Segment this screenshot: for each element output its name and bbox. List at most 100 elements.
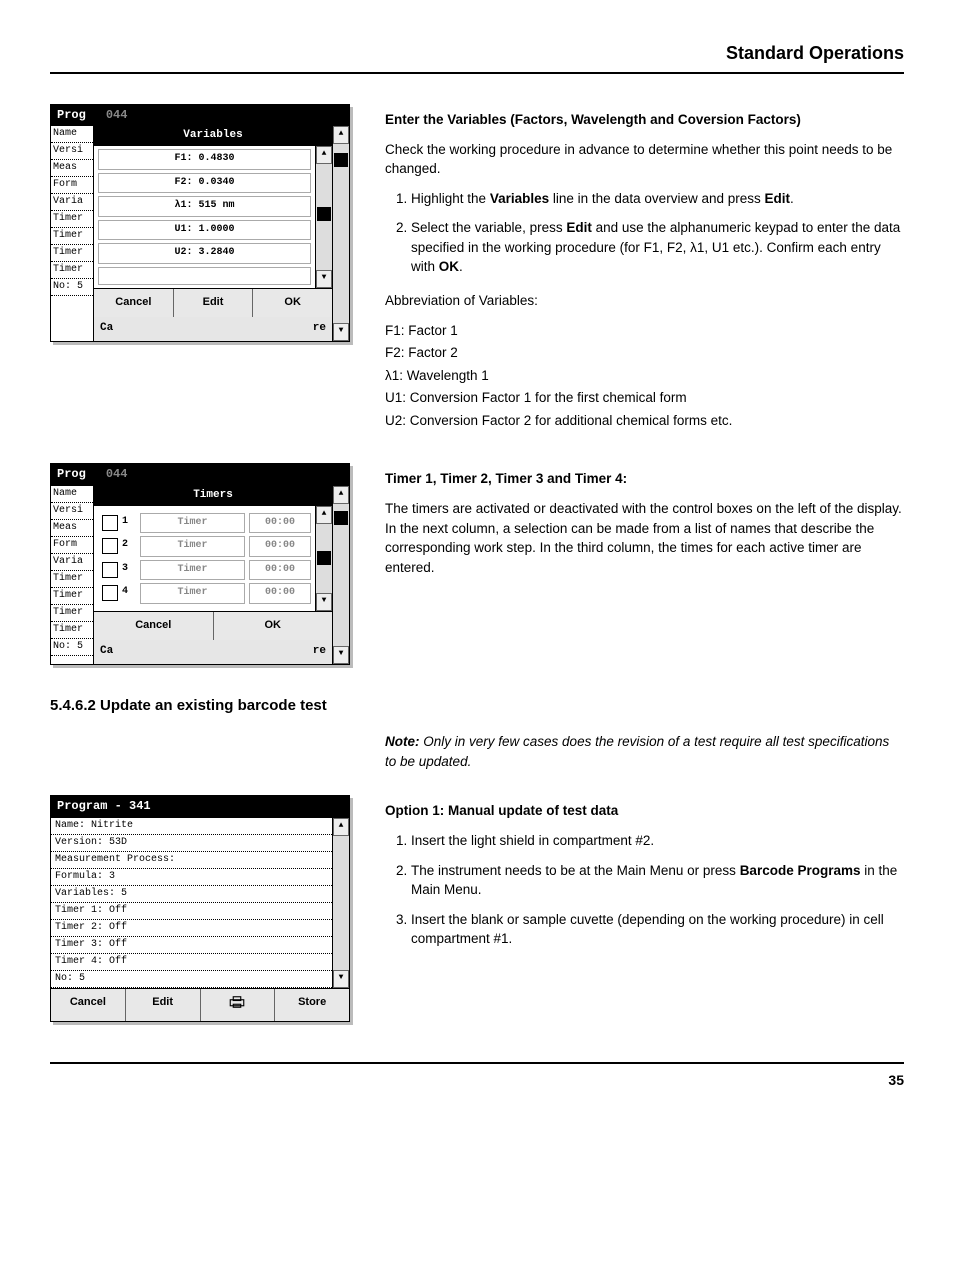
footer-re: re (313, 644, 326, 660)
print-icon[interactable] (201, 989, 276, 1021)
abbr-item: F1: Factor 1 (385, 321, 904, 341)
side-label: Timer (51, 622, 93, 639)
outer-scrollbar[interactable]: ▲ ▼ (332, 126, 349, 340)
variable-item[interactable]: F2: 0.0340 (98, 173, 311, 194)
variable-item[interactable]: λ1: 515 nm (98, 196, 311, 217)
timers-body: The timers are activated or deactivated … (385, 499, 904, 577)
scroll-down-icon[interactable]: ▼ (333, 970, 349, 988)
list-item[interactable]: Timer 4: Off (51, 954, 332, 971)
side-label: Versi (51, 503, 93, 520)
timer-checkbox[interactable] (102, 538, 118, 554)
list-item[interactable]: Measurement Process: (51, 852, 332, 869)
section-heading-update: 5.4.6.2 Update an existing barcode test (50, 695, 904, 717)
side-label: Name (51, 126, 93, 143)
list-item[interactable]: Version: 53D (51, 835, 332, 852)
scroll-down-icon[interactable]: ▼ (316, 270, 332, 288)
footer-ca: Ca (100, 644, 113, 660)
timer-time-input[interactable]: 00:00 (249, 560, 311, 581)
program-label: Prog (57, 107, 86, 124)
timer-name-select[interactable]: Timer (140, 560, 245, 581)
list-item[interactable]: Variables: 5 (51, 886, 332, 903)
side-label: Timer (51, 605, 93, 622)
scroll-up-icon[interactable]: ▲ (333, 486, 349, 504)
timer-number: 1 (122, 513, 136, 534)
note-text: Note: Only in very few cases does the re… (385, 732, 904, 771)
option1-title: Option 1: Manual update of test data (385, 803, 618, 818)
step-2: Select the variable, press Edit and use … (411, 218, 904, 277)
program-suffix: 044 (106, 107, 128, 124)
ok-button[interactable]: OK (253, 289, 332, 317)
side-label: Timer (51, 588, 93, 605)
scroll-up-icon[interactable]: ▲ (333, 126, 349, 144)
abbr-item: F2: Factor 2 (385, 343, 904, 363)
timer-name-select[interactable]: Timer (140, 536, 245, 557)
timer-name-select[interactable]: Timer (140, 513, 245, 534)
timers-title: Timer 1, Timer 2, Timer 3 and Timer 4: (385, 471, 627, 486)
side-label: Name (51, 486, 93, 503)
page-title: Standard Operations (50, 40, 904, 66)
ok-button[interactable]: OK (214, 612, 333, 640)
step-3: Insert the blank or sample cuvette (depe… (411, 910, 904, 949)
timer-checkbox[interactable] (102, 585, 118, 601)
list-item[interactable]: No: 5 (51, 971, 332, 988)
timer-checkbox[interactable] (102, 562, 118, 578)
timer-time-input[interactable]: 00:00 (249, 536, 311, 557)
edit-button[interactable]: Edit (174, 289, 254, 317)
cancel-button[interactable]: Cancel (94, 289, 174, 317)
variable-item[interactable]: F1: 0.4830 (98, 149, 311, 170)
side-label: Varia (51, 554, 93, 571)
timer-checkbox[interactable] (102, 515, 118, 531)
section-title: Enter the Variables (Factors, Wavelength… (385, 112, 801, 127)
scroll-up-icon[interactable]: ▲ (316, 506, 332, 524)
list-item[interactable]: Timer 3: Off (51, 937, 332, 954)
program-suffix: 044 (106, 466, 128, 483)
scroll-up-icon[interactable]: ▲ (333, 818, 349, 836)
variable-item[interactable]: U2: 3.2840 (98, 243, 311, 264)
side-label: Form (51, 537, 93, 554)
step-2: The instrument needs to be at the Main M… (411, 861, 904, 900)
footer-ca: Ca (100, 321, 113, 337)
timer-row: 2 Timer 00:00 (98, 536, 311, 557)
screenshot-program: Program - 341 Name: Nitrite Version: 53D… (50, 795, 350, 1021)
side-label: Timer (51, 245, 93, 262)
program-title: Program - 341 (51, 796, 349, 817)
side-label: Meas (51, 160, 93, 177)
cancel-button[interactable]: Cancel (51, 989, 126, 1021)
scroll-down-icon[interactable]: ▼ (333, 323, 349, 341)
scroll-down-icon[interactable]: ▼ (316, 593, 332, 611)
list-item[interactable]: Timer 1: Off (51, 903, 332, 920)
side-label: No: 5 (51, 639, 93, 656)
side-label: Versi (51, 143, 93, 160)
timer-name-select[interactable]: Timer (140, 583, 245, 604)
footer-re: re (313, 321, 326, 337)
abbr-list: F1: Factor 1 F2: Factor 2 λ1: Wavelength… (385, 321, 904, 431)
scroll-up-icon[interactable]: ▲ (316, 146, 332, 164)
abbr-item: λ1: Wavelength 1 (385, 366, 904, 386)
abbr-item: U1: Conversion Factor 1 for the first ch… (385, 388, 904, 408)
timer-time-input[interactable]: 00:00 (249, 583, 311, 604)
timer-time-input[interactable]: 00:00 (249, 513, 311, 534)
inner-scrollbar[interactable]: ▲ ▼ (315, 506, 332, 611)
side-labels: Name Versi Meas Form Varia Timer Timer T… (51, 486, 94, 664)
side-label: Timer (51, 571, 93, 588)
screenshot-variables: Prog 044 Name Versi Meas Form Varia Time… (50, 104, 350, 342)
abbr-title: Abbreviation of Variables: (385, 291, 904, 311)
variable-item[interactable]: U1: 1.0000 (98, 220, 311, 241)
timer-row: 1 Timer 00:00 (98, 513, 311, 534)
list-item[interactable]: Formula: 3 (51, 869, 332, 886)
page-footer: 35 (50, 1062, 904, 1090)
store-button[interactable]: Store (275, 989, 349, 1021)
timer-row: 3 Timer 00:00 (98, 560, 311, 581)
scroll-down-icon[interactable]: ▼ (333, 646, 349, 664)
edit-button[interactable]: Edit (126, 989, 201, 1021)
side-label: No: 5 (51, 279, 93, 296)
page-number: 35 (888, 1072, 904, 1088)
scrollbar[interactable]: ▲ ▼ (332, 818, 349, 988)
inner-scrollbar[interactable]: ▲ ▼ (315, 146, 332, 288)
outer-scrollbar[interactable]: ▲ ▼ (332, 486, 349, 664)
screenshot-timers: Prog 044 Name Versi Meas Form Varia Time… (50, 463, 350, 664)
list-item[interactable]: Timer 2: Off (51, 920, 332, 937)
list-item[interactable]: Name: Nitrite (51, 818, 332, 835)
program-label: Prog (57, 466, 86, 483)
cancel-button[interactable]: Cancel (94, 612, 214, 640)
